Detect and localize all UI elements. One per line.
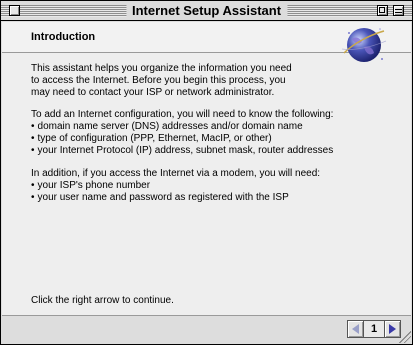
section-title: Introduction <box>31 31 96 43</box>
list-item: domain name server (DNS) addresses and/o… <box>31 121 381 133</box>
list-item: your ISP's phone number <box>31 180 381 192</box>
resize-grip[interactable] <box>399 331 411 343</box>
continue-hint: Click the right arrow to continue. <box>31 295 174 306</box>
zoom-box[interactable] <box>377 5 388 16</box>
collapse-box[interactable] <box>393 5 404 16</box>
navigation-footer: 1 <box>2 315 411 344</box>
list-item: your Internet Protocol (IP) address, sub… <box>31 145 381 157</box>
page-number: 1 <box>364 320 384 338</box>
modem-intro: In addition, if you access the Internet … <box>31 168 321 179</box>
intro-paragraph: This assistant helps you organize the in… <box>31 63 381 99</box>
list-item: type of configuration (PPP, Ethernet, Ma… <box>31 133 381 145</box>
list-item: your user name and password as registere… <box>31 192 381 204</box>
text-line: This assistant helps you organize the in… <box>31 63 292 74</box>
page-navigator: 1 <box>347 320 401 340</box>
title-bar[interactable]: Internet Setup Assistant <box>1 1 412 21</box>
left-arrow-icon <box>352 324 359 334</box>
close-box[interactable] <box>9 5 20 16</box>
content-area: This assistant helps you organize the in… <box>2 53 411 315</box>
globe-icon <box>341 28 387 62</box>
requirements-paragraph: To add an Internet configuration, you wi… <box>31 109 381 157</box>
text-line: to access the Internet. Before you begin… <box>31 75 286 86</box>
text-line: may need to contact your ISP or network … <box>31 87 275 98</box>
requirements-intro: To add an Internet configuration, you wi… <box>31 109 334 120</box>
right-arrow-icon <box>389 324 396 334</box>
modem-paragraph: In addition, if you access the Internet … <box>31 168 381 204</box>
setup-assistant-window: Internet Setup Assistant Introduction Th… <box>0 0 413 345</box>
window-title: Internet Setup Assistant <box>125 3 288 19</box>
back-button[interactable] <box>347 320 364 338</box>
